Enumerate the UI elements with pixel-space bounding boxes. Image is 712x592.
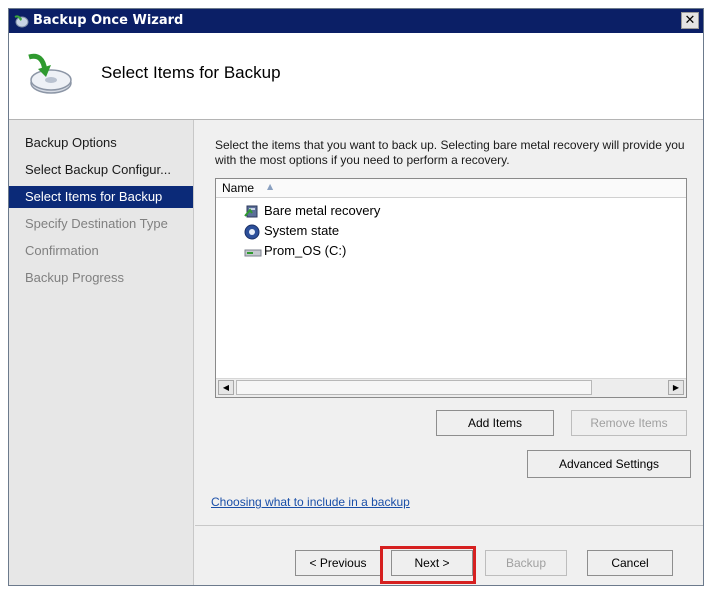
step-backup-progress: Backup Progress [25,270,124,285]
cancel-button[interactable]: Cancel [587,550,673,576]
next-button-highlight [380,546,476,584]
list-item-label: Bare metal recovery [264,203,381,218]
scroll-right-icon[interactable]: ▶ [668,380,684,395]
scrollbar-thumb[interactable] [236,380,592,395]
drive-icon [244,249,262,257]
list-item-drive-c[interactable]: Prom_OS (C:) [244,241,346,261]
items-list[interactable]: Name ▲ Bare metal recovery System state [215,178,687,398]
horizontal-scrollbar[interactable]: ◀ ▶ [216,378,686,397]
list-item-system-state[interactable]: System state [244,221,339,241]
system-state-icon [244,224,260,240]
close-icon: ✕ [684,13,696,28]
page-heading: Select Items for Backup [101,63,281,82]
list-header: Name ▲ [216,179,686,198]
advanced-settings-button[interactable]: Advanced Settings [527,450,691,478]
list-item-label: System state [264,223,340,238]
backup-button: Backup [485,550,567,576]
step-specify-destination: Specify Destination Type [25,216,168,231]
scroll-left-icon[interactable]: ◀ [218,380,234,395]
window-title: Backup Once Wizard [33,13,184,28]
remove-items-button: Remove Items [571,410,687,436]
step-select-items[interactable]: Select Items for Backup [9,186,193,208]
list-item-label: Prom_OS (C:) [264,243,347,258]
bare-metal-icon [244,205,258,218]
close-button[interactable]: ✕ [681,12,699,29]
list-item-bare-metal[interactable]: Bare metal recovery [244,201,380,221]
step-select-backup-configuration[interactable]: Select Backup Configur... [9,159,193,181]
wizard-steps-nav: Backup Options Select Backup Configur...… [9,120,194,585]
name-column-header[interactable]: Name [222,181,254,195]
footer-divider [195,525,703,526]
backup-wizard-icon [28,53,72,94]
help-link[interactable]: Choosing what to include in a backup [211,495,410,509]
sort-ascending-icon: ▲ [267,182,274,191]
step-confirmation: Confirmation [25,243,99,258]
add-items-button[interactable]: Add Items [436,410,554,436]
wizard-header: Select Items for Backup [9,33,703,120]
wizard-content: Select the items that you want to back u… [195,120,703,525]
previous-button[interactable]: < Previous [295,550,381,576]
wizard-window: Backup Once Wizard ✕ Select Items for Ba… [8,8,704,586]
title-bar: Backup Once Wizard ✕ [9,9,703,33]
step-backup-options[interactable]: Backup Options [9,132,193,154]
backup-app-icon [14,15,29,28]
instructions-text: Select the items that you want to back u… [215,138,685,167]
